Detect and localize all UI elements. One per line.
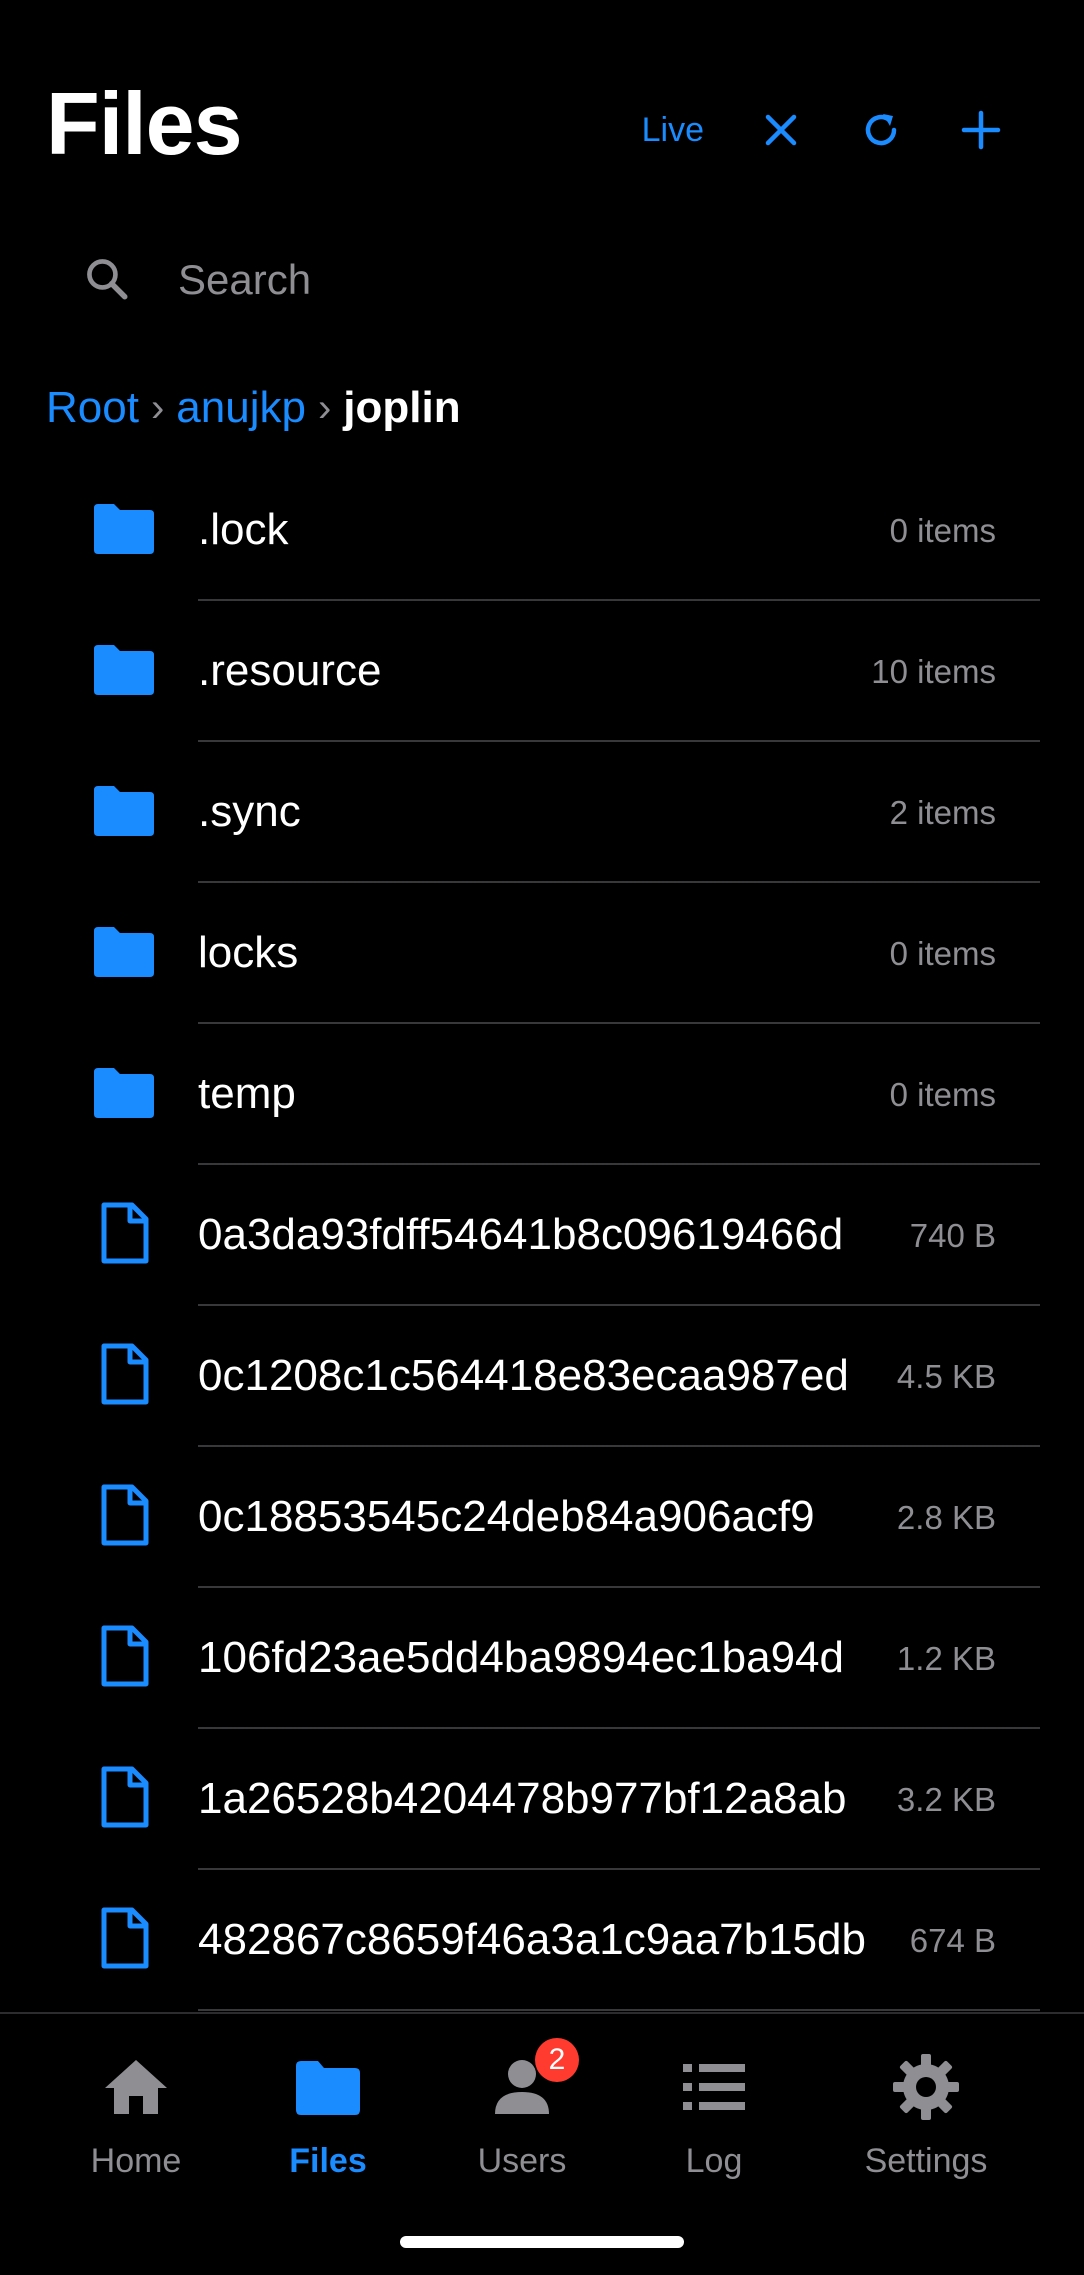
tab-label: Home — [90, 2142, 182, 2180]
row-name: 0c1208c1c564418e83ecaa987ed — [198, 1351, 849, 1400]
tab-home[interactable]: Home — [36, 2050, 236, 2200]
folder-row[interactable]: .sync 2 items — [0, 742, 1084, 883]
row-meta: 1.2 KB — [896, 1640, 996, 1677]
folder-icon — [92, 637, 156, 701]
row-name: 0c18853545c24deb84a906acf9 — [198, 1492, 815, 1541]
document-icon — [92, 1201, 156, 1265]
folder-row[interactable]: .resource 10 items — [0, 601, 1084, 742]
tab-files[interactable]: Files — [228, 2050, 428, 2200]
document-icon — [92, 1906, 156, 1970]
house-icon — [99, 2050, 173, 2124]
folder-row[interactable]: locks 0 items — [0, 883, 1084, 1024]
row-name: .sync — [198, 787, 301, 836]
breadcrumb-separator: › — [150, 385, 165, 430]
breadcrumb-root[interactable]: Root — [46, 383, 139, 433]
file-row[interactable]: 1a26528b4204478b977bf12a8ab 3.2 KB — [0, 1729, 1084, 1870]
row-name: 1a26528b4204478b977bf12a8ab — [198, 1774, 847, 1823]
refresh-icon[interactable] — [858, 107, 904, 153]
live-indicator[interactable]: Live — [642, 111, 704, 150]
row-name: temp — [198, 1069, 296, 1118]
breadcrumb-current: joplin — [343, 383, 461, 432]
row-meta: 10 items — [871, 653, 996, 690]
row-name: .resource — [198, 646, 382, 695]
home-indicator[interactable] — [400, 2236, 684, 2248]
row-name: .lock — [198, 505, 289, 554]
folder-icon — [92, 496, 156, 560]
tab-label: Users — [477, 2142, 567, 2180]
folder-row[interactable]: .lock 0 items — [0, 460, 1084, 601]
breadcrumb-separator: › — [317, 385, 332, 430]
row-meta: 3.2 KB — [896, 1781, 996, 1818]
file-row[interactable]: 0c1208c1c564418e83ecaa987ed 4.5 KB — [0, 1306, 1084, 1447]
notification-badge: 2 — [535, 2038, 579, 2082]
search-icon — [80, 252, 136, 308]
file-list: .lock 0 items .resource 10 items .sync 2… — [0, 460, 1084, 2011]
row-divider — [198, 2009, 1040, 2011]
file-row[interactable]: 0a3da93fdff54641b8c09619466d 740 B — [0, 1165, 1084, 1306]
row-meta: 674 B — [909, 1922, 996, 1959]
row-meta: 2 items — [889, 794, 996, 831]
document-icon — [92, 1342, 156, 1406]
header: Files Live — [0, 0, 1084, 220]
document-icon — [92, 1483, 156, 1547]
folder-icon — [291, 2050, 365, 2124]
row-meta: 740 B — [909, 1217, 996, 1254]
header-actions: Live — [642, 100, 1004, 160]
breadcrumb-anujkp[interactable]: anujkp — [176, 383, 306, 433]
file-row[interactable]: 482867c8659f46a3a1c9aa7b15db 674 B — [0, 1870, 1084, 2011]
folder-icon — [92, 919, 156, 983]
row-meta: 0 items — [889, 935, 996, 972]
breadcrumb: Root › anujkp › joplin — [46, 378, 461, 438]
row-meta: 4.5 KB — [896, 1358, 996, 1395]
tab-label: Log — [685, 2142, 743, 2180]
tab-users[interactable]: 2 Users — [422, 2038, 622, 2200]
row-meta: 2.8 KB — [896, 1499, 996, 1536]
row-name: 482867c8659f46a3a1c9aa7b15db — [198, 1915, 866, 1964]
close-icon[interactable] — [758, 107, 804, 153]
row-name: 0a3da93fdff54641b8c09619466d — [198, 1210, 844, 1259]
row-meta: 0 items — [889, 512, 996, 549]
row-name: 106fd23ae5dd4ba9894ec1ba94d — [198, 1633, 844, 1682]
tab-label: Settings — [864, 2142, 988, 2180]
file-row[interactable]: 106fd23ae5dd4ba9894ec1ba94d 1.2 KB — [0, 1588, 1084, 1729]
document-icon — [92, 1624, 156, 1688]
tab-log[interactable]: Log — [614, 2050, 814, 2200]
row-meta: 0 items — [889, 1076, 996, 1113]
tabs: Home Files 2 Users Log Settings — [0, 2038, 1084, 2200]
row-name: locks — [198, 928, 299, 977]
folder-icon — [92, 778, 156, 842]
folder-row[interactable]: temp 0 items — [0, 1024, 1084, 1165]
search-input[interactable] — [178, 256, 978, 304]
list-icon — [677, 2050, 751, 2124]
document-icon — [92, 1765, 156, 1829]
page-title: Files — [46, 74, 243, 173]
folder-icon — [92, 1060, 156, 1124]
add-icon[interactable] — [958, 107, 1004, 153]
person-icon: 2 — [485, 2038, 579, 2124]
gear-icon — [889, 2050, 963, 2124]
file-row[interactable]: 0c18853545c24deb84a906acf9 2.8 KB — [0, 1447, 1084, 1588]
tab-label: Files — [289, 2142, 367, 2180]
files-screen: Files Live Root — [0, 0, 1084, 2275]
search-bar[interactable] — [80, 245, 1020, 315]
tab-settings[interactable]: Settings — [826, 2050, 1026, 2200]
